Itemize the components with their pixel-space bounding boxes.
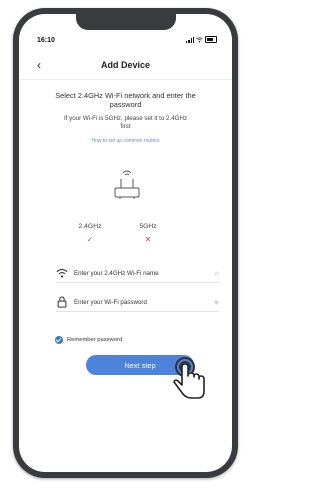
wifi-icon	[56, 269, 68, 278]
wifi-status-icon	[196, 36, 203, 42]
header-divider	[19, 79, 232, 80]
status-icons	[186, 36, 217, 43]
status-time: 16:10	[37, 37, 55, 44]
cross-icon: ✕	[144, 235, 152, 244]
band-24ghz-label: 2.4GHz	[78, 223, 102, 230]
check-icon: ✓	[86, 235, 94, 244]
router-icon	[114, 170, 140, 199]
switch-icon[interactable]: ⇄	[209, 270, 219, 277]
wifi-password-input[interactable]: Enter your Wi-Fi password	[74, 299, 209, 306]
router-help-link[interactable]: How to set up common routers	[19, 138, 232, 144]
page-title: Add Device	[100, 60, 151, 70]
phone-frame: 16:10 ‹ Add Device Select 2.4GHz Wi-Fi n…	[13, 8, 238, 478]
wifi-name-field[interactable]: Enter your 2.4GHz Wi-Fi name ⇄	[56, 264, 219, 283]
warning-text: If your Wi-Fi is 5GHz, please set it to …	[63, 115, 188, 130]
app-screen: 16:10 ‹ Add Device Select 2.4GHz Wi-Fi n…	[19, 14, 232, 472]
instruction-text: Select 2.4GHz Wi-Fi network and enter th…	[55, 91, 196, 109]
wifi-name-input[interactable]: Enter your 2.4GHz Wi-Fi name	[74, 270, 209, 277]
wifi-password-field[interactable]: Enter your Wi-Fi password ◉	[56, 293, 219, 312]
hand-pointer-icon	[173, 357, 205, 399]
eye-icon[interactable]: ◉	[209, 299, 219, 306]
band-5ghz-label: 5GHz	[139, 223, 157, 230]
checkbox-checked-icon[interactable]	[55, 336, 63, 344]
signal-icon	[186, 36, 194, 43]
lock-icon	[57, 296, 67, 308]
battery-icon	[205, 36, 217, 43]
phone-notch	[76, 14, 176, 30]
remember-password-checkbox[interactable]: Remember password	[55, 336, 122, 344]
remember-password-label: Remember password	[67, 337, 123, 343]
